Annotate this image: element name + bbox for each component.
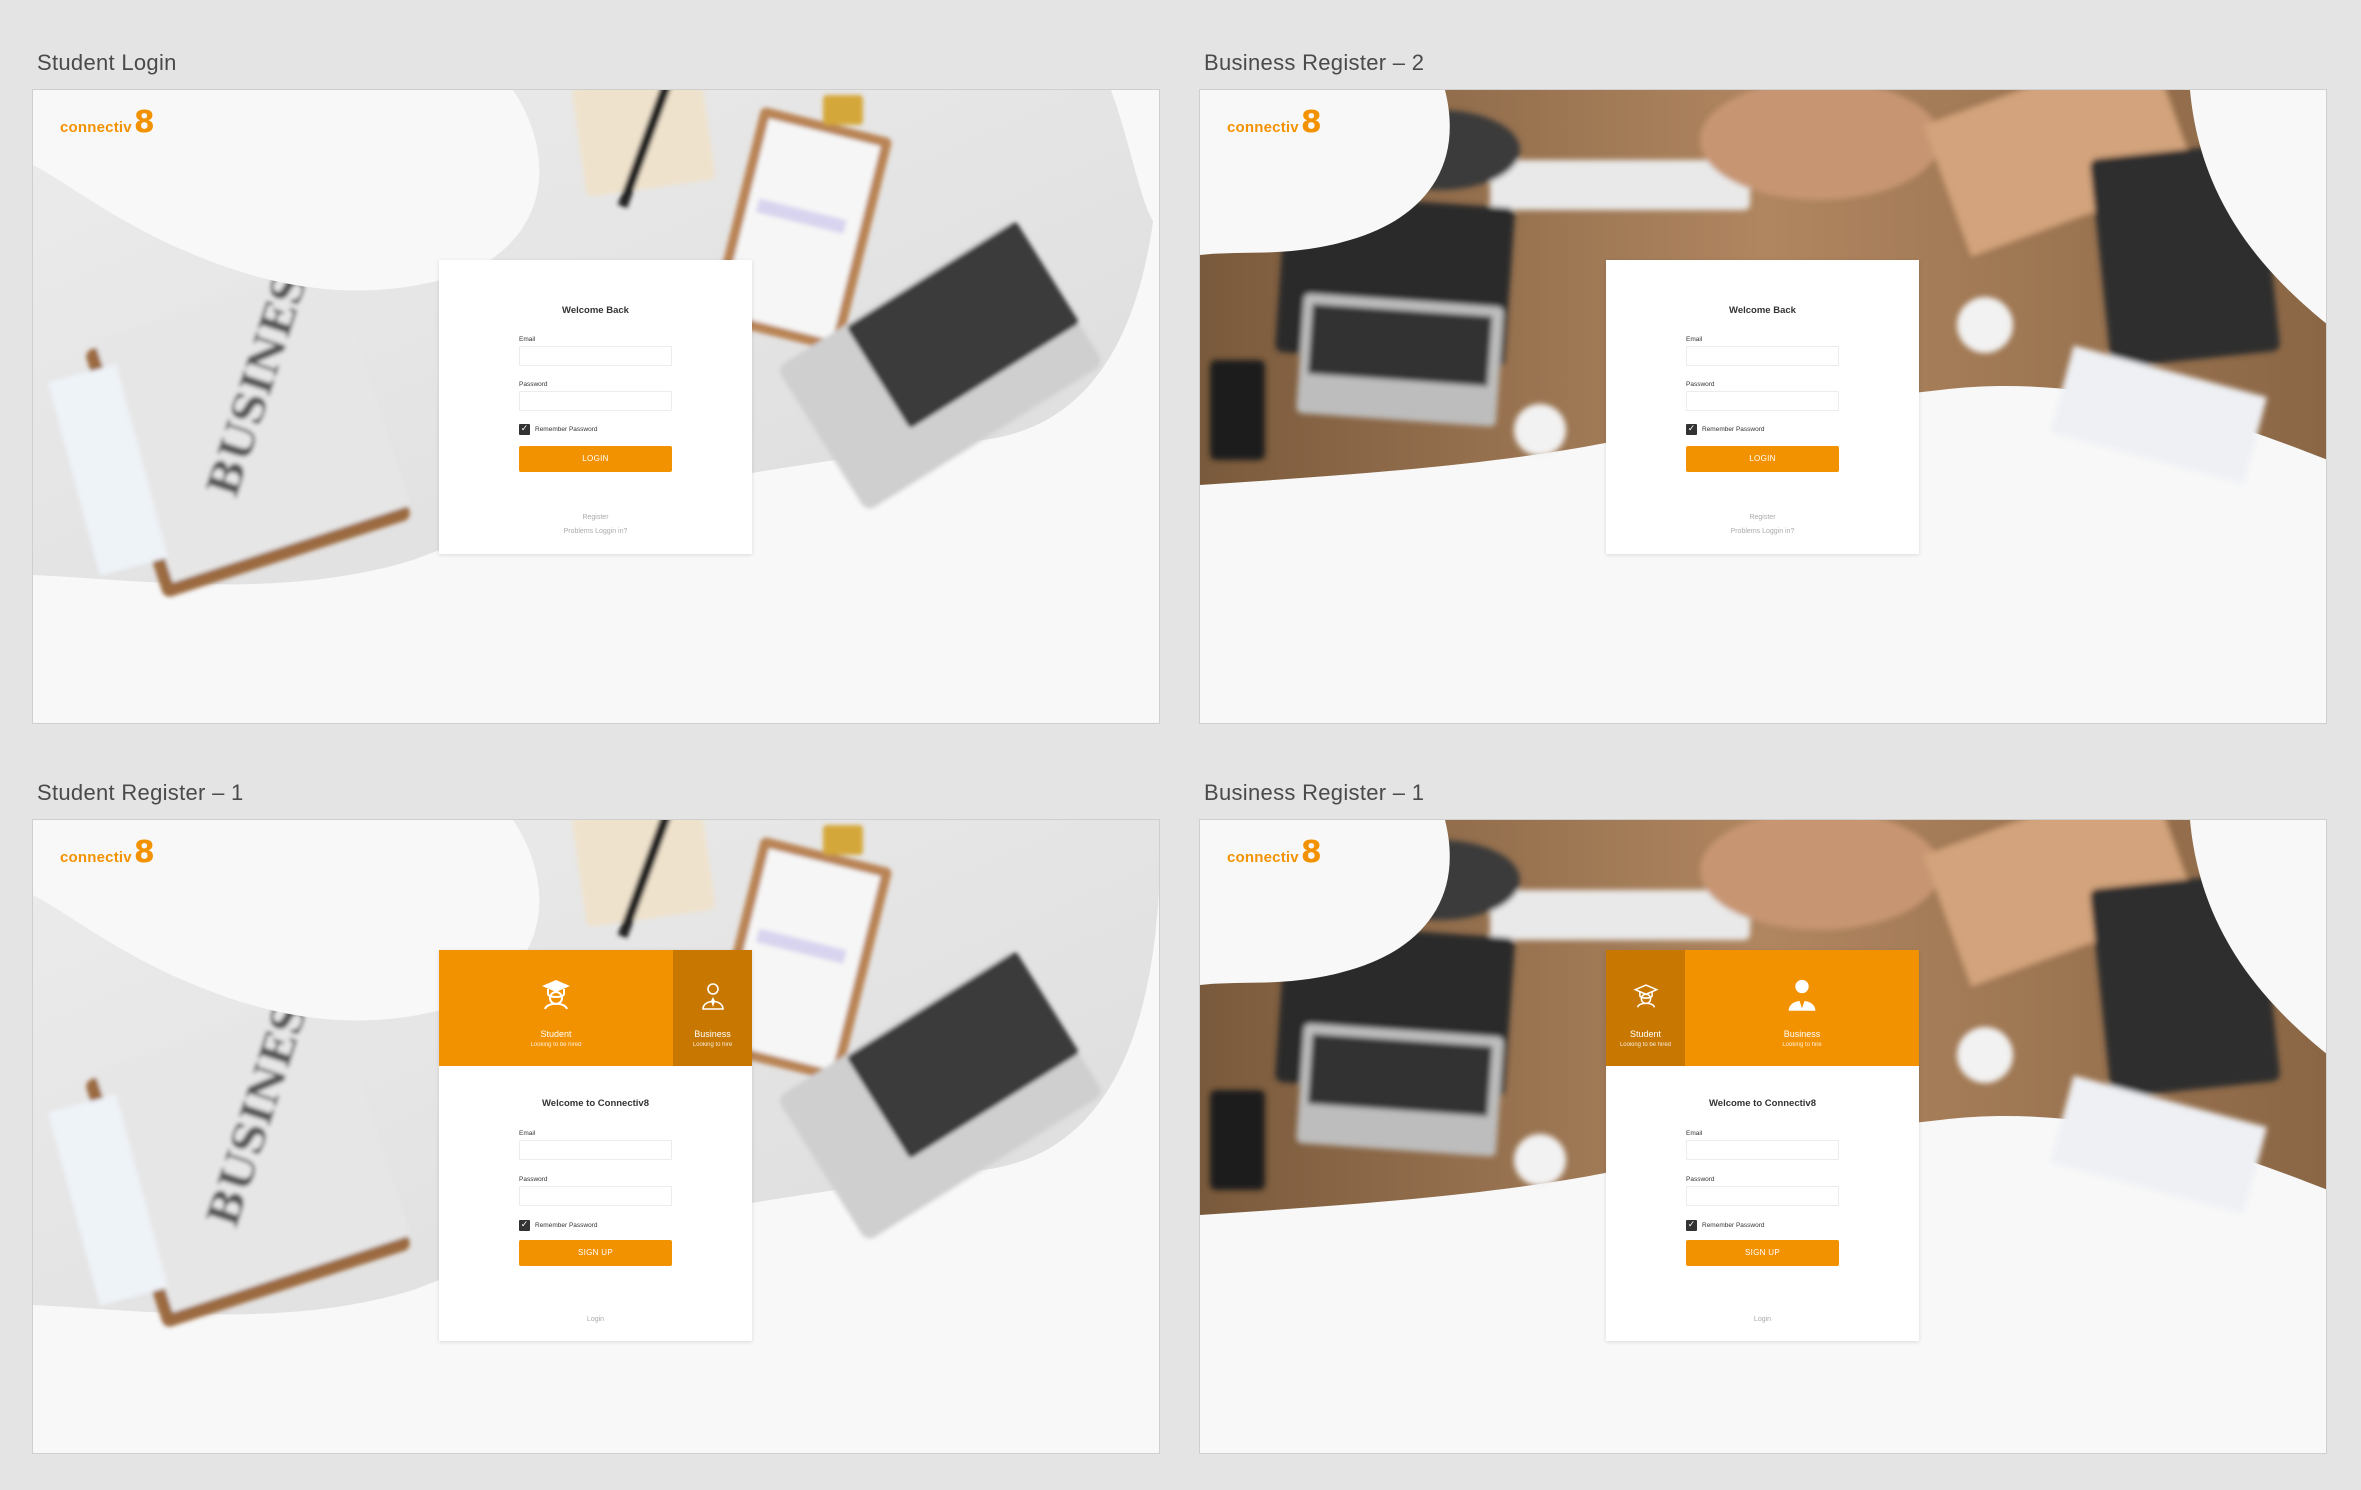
register-title: Welcome to Connectiv8 [1709, 1098, 1816, 1109]
logo-text: connectiv [60, 849, 132, 866]
student-tab-subtitle: Looking to be hired [530, 1042, 582, 1048]
email-label: Email [519, 1130, 536, 1137]
register-card: Student Looking to be hired Business Loo… [439, 950, 752, 1341]
remember-checkbox[interactable]: ✓ [519, 424, 530, 435]
password-field[interactable] [1686, 391, 1839, 411]
password-field[interactable] [519, 1186, 672, 1206]
remember-password[interactable]: ✓ Remember Password [519, 424, 598, 435]
email-field[interactable] [1686, 1140, 1839, 1160]
artboard-title-business-register-1: Business Register – 1 [1204, 780, 1425, 805]
email-field[interactable] [519, 1140, 672, 1160]
artboard-student-login: BUSINESS connectiv 8 Welcome Back Email … [32, 89, 1160, 724]
artboard-title-student-login: Student Login [37, 50, 177, 75]
artboard-business-register-2: connectiv 8 Welcome Back Email Password … [1199, 89, 2327, 724]
business-tab-subtitle: Looking to hire [692, 1042, 733, 1048]
brand-logo[interactable]: connectiv 8 [1227, 105, 1322, 140]
register-link[interactable]: Register [439, 514, 752, 521]
remember-password[interactable]: ✓ Remember Password [1686, 1220, 1765, 1231]
tab-business[interactable]: Business Looking to hire [1685, 950, 1919, 1066]
email-field[interactable] [1686, 346, 1839, 366]
password-label: Password [1686, 1176, 1715, 1183]
role-tabs: Student Looking to be hired Business Loo… [439, 950, 752, 1066]
login-card: Welcome Back Email Password ✓ Remember P… [1606, 260, 1919, 554]
password-field[interactable] [1686, 1186, 1839, 1206]
email-field[interactable] [519, 346, 672, 366]
graduate-icon [542, 980, 570, 1010]
businessperson-icon [701, 983, 724, 1010]
logo-text: connectiv [1227, 849, 1299, 866]
logo-mark: 8 [133, 835, 155, 870]
problems-login-link[interactable]: Problems Loggin in? [1606, 528, 1919, 535]
remember-label: Remember Password [535, 1222, 598, 1229]
login-title: Welcome Back [1729, 305, 1796, 316]
businessperson-icon [1788, 979, 1816, 1011]
brand-logo[interactable]: connectiv 8 [60, 105, 155, 140]
login-button[interactable]: LOGIN [519, 446, 672, 472]
tab-student[interactable]: Student Looking to be hired [1606, 950, 1685, 1066]
remember-label: Remember Password [535, 426, 598, 433]
logo-text: connectiv [60, 119, 132, 136]
login-link[interactable]: Login [439, 1316, 752, 1323]
signup-button[interactable]: SIGN UP [1686, 1240, 1839, 1266]
tab-business[interactable]: Business Looking to hire [673, 950, 752, 1066]
student-tab-name: Student [540, 1029, 572, 1039]
artboard-student-register-1: BUSINESS connectiv 8 Student Looking to … [32, 819, 1160, 1454]
artboard-title-student-register-1: Student Register – 1 [37, 780, 244, 805]
tab-student[interactable]: Student Looking to be hired [439, 950, 673, 1066]
signup-button[interactable]: SIGN UP [519, 1240, 672, 1266]
login-link[interactable]: Login [1606, 1316, 1919, 1323]
remember-password[interactable]: ✓ Remember Password [519, 1220, 598, 1231]
logo-text: connectiv [1227, 119, 1299, 136]
register-card: Student Looking to be hired Business Loo… [1606, 950, 1919, 1341]
remember-checkbox[interactable]: ✓ [1686, 424, 1697, 435]
logo-mark: 8 [1300, 105, 1322, 140]
graduate-icon [1632, 984, 1659, 1008]
problems-login-link[interactable]: Problems Loggin in? [439, 528, 752, 535]
login-card: Welcome Back Email Password ✓ Remember P… [439, 260, 752, 554]
register-link[interactable]: Register [1606, 514, 1919, 521]
business-tab-name: Business [694, 1029, 731, 1039]
artboard-title-business-register-2: Business Register – 2 [1204, 50, 1425, 75]
remember-password[interactable]: ✓ Remember Password [1686, 424, 1765, 435]
brand-logo[interactable]: connectiv 8 [1227, 835, 1322, 870]
student-tab-subtitle: Looking to be hired [1619, 1042, 1672, 1048]
password-label: Password [519, 381, 548, 388]
login-button[interactable]: LOGIN [1686, 446, 1839, 472]
email-label: Email [1686, 1130, 1703, 1137]
role-tabs: Student Looking to be hired Business Loo… [1606, 950, 1919, 1066]
email-label: Email [519, 336, 536, 343]
remember-label: Remember Password [1702, 1222, 1765, 1229]
brand-logo[interactable]: connectiv 8 [60, 835, 155, 870]
business-tab-subtitle: Looking to hire [1782, 1042, 1822, 1048]
logo-mark: 8 [1300, 835, 1322, 870]
password-field[interactable] [519, 391, 672, 411]
email-label: Email [1686, 336, 1703, 343]
password-label: Password [519, 1176, 548, 1183]
student-tab-name: Student [1629, 1029, 1662, 1039]
login-title: Welcome Back [562, 305, 629, 316]
artboard-business-register-1: connectiv 8 Student Looking to be hired [1199, 819, 2327, 1454]
logo-mark: 8 [133, 105, 155, 140]
remember-checkbox[interactable]: ✓ [519, 1220, 530, 1231]
register-title: Welcome to Connectiv8 [542, 1098, 649, 1109]
business-tab-name: Business [1783, 1029, 1821, 1039]
remember-checkbox[interactable]: ✓ [1686, 1220, 1697, 1231]
password-label: Password [1686, 381, 1715, 388]
remember-label: Remember Password [1702, 426, 1765, 433]
